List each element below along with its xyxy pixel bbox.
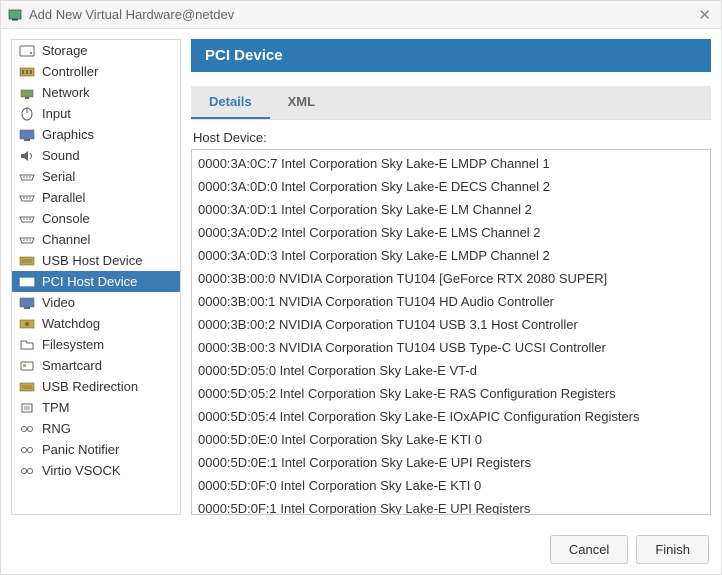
sidebar-item-label: Filesystem bbox=[42, 337, 104, 352]
sidebar-item-label: Graphics bbox=[42, 127, 94, 142]
channel-icon bbox=[18, 232, 36, 248]
device-item[interactable]: 0000:5D:0E:0 Intel Corporation Sky Lake-… bbox=[192, 428, 710, 451]
sidebar-item-rng[interactable]: RNG bbox=[12, 418, 180, 439]
sidebar-item-label: Storage bbox=[42, 43, 88, 58]
sidebar-item-usb-host-device[interactable]: USB Host Device bbox=[12, 250, 180, 271]
sidebar-item-label: Virtio VSOCK bbox=[42, 463, 121, 478]
sidebar-item-smartcard[interactable]: Smartcard bbox=[12, 355, 180, 376]
sidebar-item-input[interactable]: Input bbox=[12, 103, 180, 124]
sidebar-item-label: Serial bbox=[42, 169, 75, 184]
dialog-body: Storage Controller Network Input Graphics Sou… bbox=[1, 29, 721, 525]
filesystem-icon bbox=[18, 337, 36, 353]
sidebar-item-label: Parallel bbox=[42, 190, 85, 205]
sidebar-item-network[interactable]: Network bbox=[12, 82, 180, 103]
sidebar-item-label: Input bbox=[42, 106, 71, 121]
sidebar-item-label: RNG bbox=[42, 421, 71, 436]
watchdog-icon bbox=[18, 316, 36, 332]
sidebar-item-filesystem[interactable]: Filesystem bbox=[12, 334, 180, 355]
device-item[interactable]: 0000:5D:05:0 Intel Corporation Sky Lake-… bbox=[192, 359, 710, 382]
sound-icon bbox=[18, 148, 36, 164]
sidebar-item-label: Network bbox=[42, 85, 90, 100]
device-item[interactable]: 0000:5D:0E:1 Intel Corporation Sky Lake-… bbox=[192, 451, 710, 474]
tab-content: Host Device: 0000:3A:0C:7 Intel Corporat… bbox=[191, 120, 711, 515]
sidebar-item-label: USB Redirection bbox=[42, 379, 138, 394]
network-icon bbox=[18, 85, 36, 101]
device-item[interactable]: 0000:3A:0C:7 Intel Corporation Sky Lake-… bbox=[192, 152, 710, 175]
titlebar: Add New Virtual Hardware@netdev ✕ bbox=[1, 1, 721, 29]
sidebar-item-label: Console bbox=[42, 211, 90, 226]
device-item[interactable]: 0000:3B:00:1 NVIDIA Corporation TU104 HD… bbox=[192, 290, 710, 313]
device-item[interactable]: 0000:3A:0D:2 Intel Corporation Sky Lake-… bbox=[192, 221, 710, 244]
hardware-sidebar[interactable]: Storage Controller Network Input Graphics Sou… bbox=[11, 39, 181, 515]
main-panel: PCI Device DetailsXML Host Device: 0000:… bbox=[191, 39, 711, 515]
sidebar-item-tpm[interactable]: TPM bbox=[12, 397, 180, 418]
input-icon bbox=[18, 106, 36, 122]
sidebar-item-label: Panic Notifier bbox=[42, 442, 119, 457]
storage-icon bbox=[18, 43, 36, 59]
device-item[interactable]: 0000:5D:05:4 Intel Corporation Sky Lake-… bbox=[192, 405, 710, 428]
device-item[interactable]: 0000:3B:00:0 NVIDIA Corporation TU104 [G… bbox=[192, 267, 710, 290]
sidebar-item-storage[interactable]: Storage bbox=[12, 40, 180, 61]
sidebar-item-panic-notifier[interactable]: Panic Notifier bbox=[12, 439, 180, 460]
tpm-icon bbox=[18, 400, 36, 416]
sidebar-item-label: Smartcard bbox=[42, 358, 102, 373]
device-item[interactable]: 0000:3B:00:3 NVIDIA Corporation TU104 US… bbox=[192, 336, 710, 359]
tab-bar: DetailsXML bbox=[191, 86, 711, 120]
sidebar-item-usb-redirection[interactable]: USB Redirection bbox=[12, 376, 180, 397]
sidebar-item-pci-host-device[interactable]: PCI Host Device bbox=[12, 271, 180, 292]
smartcard-icon bbox=[18, 358, 36, 374]
sidebar-item-serial[interactable]: Serial bbox=[12, 166, 180, 187]
video-icon bbox=[18, 295, 36, 311]
cancel-button[interactable]: Cancel bbox=[550, 535, 628, 564]
dialog-footer: Cancel Finish bbox=[1, 525, 721, 574]
pci-icon bbox=[18, 274, 36, 290]
sidebar-item-controller[interactable]: Controller bbox=[12, 61, 180, 82]
vsock-icon bbox=[18, 463, 36, 479]
sidebar-item-virtio-vsock[interactable]: Virtio VSOCK bbox=[12, 460, 180, 481]
device-item[interactable]: 0000:3A:0D:1 Intel Corporation Sky Lake-… bbox=[192, 198, 710, 221]
sidebar-item-watchdog[interactable]: Watchdog bbox=[12, 313, 180, 334]
host-device-list[interactable]: 0000:3A:0C:7 Intel Corporation Sky Lake-… bbox=[191, 149, 711, 515]
close-button[interactable]: ✕ bbox=[694, 6, 715, 24]
device-item[interactable]: 0000:5D:0F:0 Intel Corporation Sky Lake-… bbox=[192, 474, 710, 497]
dialog-window: Add New Virtual Hardware@netdev ✕ Storag… bbox=[0, 0, 722, 575]
tab-details[interactable]: Details bbox=[191, 86, 270, 119]
sidebar-item-channel[interactable]: Channel bbox=[12, 229, 180, 250]
device-item[interactable]: 0000:5D:05:2 Intel Corporation Sky Lake-… bbox=[192, 382, 710, 405]
finish-button[interactable]: Finish bbox=[636, 535, 709, 564]
console-icon bbox=[18, 211, 36, 227]
panic-icon bbox=[18, 442, 36, 458]
sidebar-item-label: PCI Host Device bbox=[42, 274, 137, 289]
window-title: Add New Virtual Hardware@netdev bbox=[29, 7, 694, 22]
parallel-icon bbox=[18, 190, 36, 206]
sidebar-item-video[interactable]: Video bbox=[12, 292, 180, 313]
graphics-icon bbox=[18, 127, 36, 143]
device-item[interactable]: 0000:5D:0F:1 Intel Corporation Sky Lake-… bbox=[192, 497, 710, 515]
sidebar-item-label: TPM bbox=[42, 400, 69, 415]
sidebar-item-label: Controller bbox=[42, 64, 98, 79]
tab-xml[interactable]: XML bbox=[270, 86, 333, 119]
sidebar-item-sound[interactable]: Sound bbox=[12, 145, 180, 166]
sidebar-item-label: Sound bbox=[42, 148, 80, 163]
serial-icon bbox=[18, 169, 36, 185]
sidebar-item-parallel[interactable]: Parallel bbox=[12, 187, 180, 208]
sidebar-item-label: Channel bbox=[42, 232, 90, 247]
sidebar-item-console[interactable]: Console bbox=[12, 208, 180, 229]
sidebar-item-label: Watchdog bbox=[42, 316, 100, 331]
panel-title: PCI Device bbox=[191, 39, 711, 72]
usb-icon bbox=[18, 253, 36, 269]
controller-icon bbox=[18, 64, 36, 80]
rng-icon bbox=[18, 421, 36, 437]
sidebar-item-graphics[interactable]: Graphics bbox=[12, 124, 180, 145]
device-item[interactable]: 0000:3B:00:2 NVIDIA Corporation TU104 US… bbox=[192, 313, 710, 336]
sidebar-item-label: Video bbox=[42, 295, 75, 310]
usb-redir-icon bbox=[18, 379, 36, 395]
sidebar-item-label: USB Host Device bbox=[42, 253, 142, 268]
device-item[interactable]: 0000:3A:0D:0 Intel Corporation Sky Lake-… bbox=[192, 175, 710, 198]
host-device-label: Host Device: bbox=[191, 126, 711, 149]
app-icon bbox=[7, 7, 23, 23]
device-item[interactable]: 0000:3A:0D:3 Intel Corporation Sky Lake-… bbox=[192, 244, 710, 267]
